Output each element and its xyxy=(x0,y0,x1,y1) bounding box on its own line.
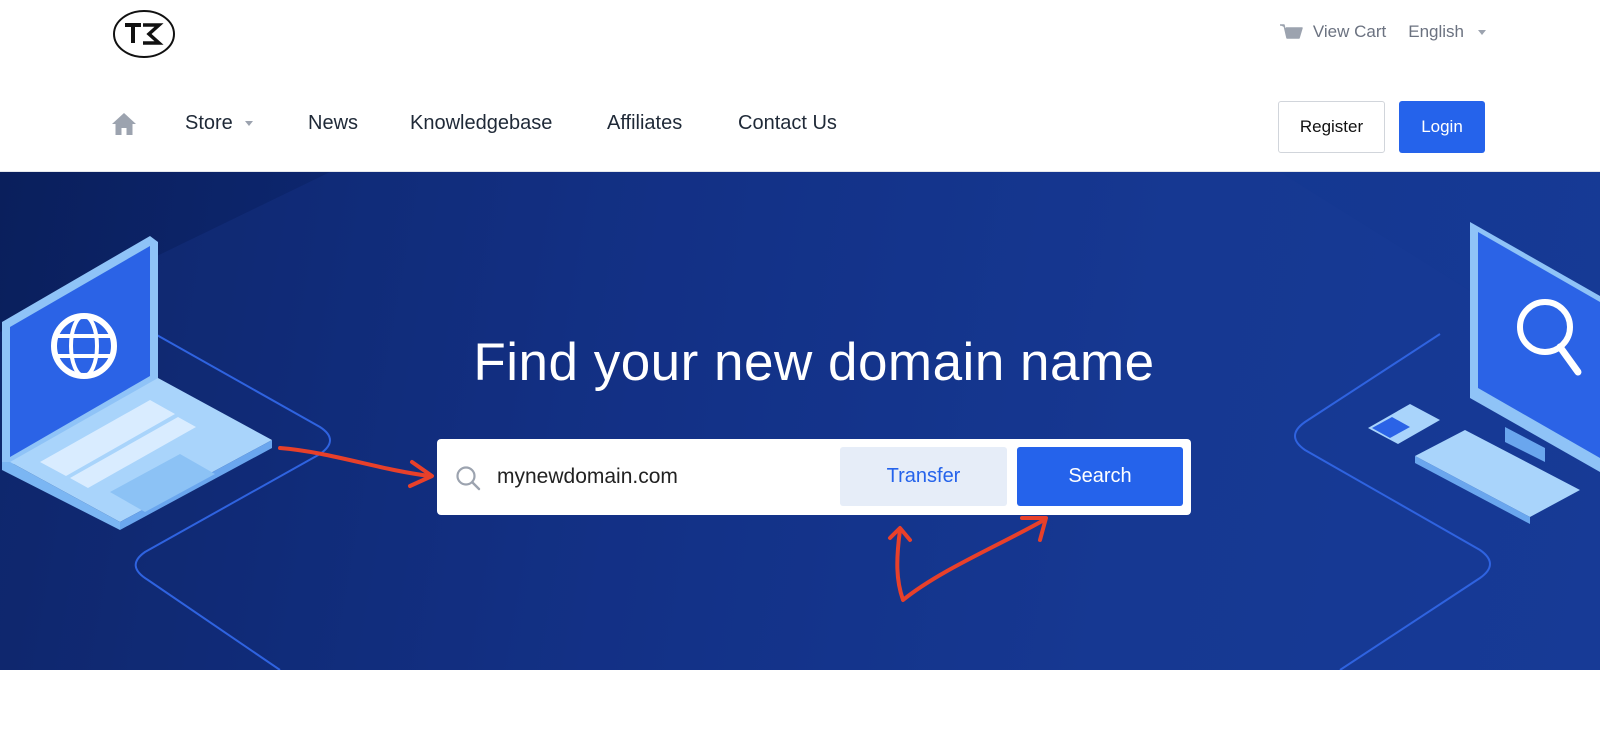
cart-icon xyxy=(1279,24,1303,39)
tk-logo-icon xyxy=(113,10,175,58)
nav-item-news[interactable]: News xyxy=(308,112,410,135)
view-cart-link[interactable]: View Cart xyxy=(1279,22,1386,42)
nav-item-label: Contact Us xyxy=(738,112,837,134)
language-selector[interactable]: English xyxy=(1408,22,1486,42)
language-label: English xyxy=(1408,22,1464,41)
nav-item-store[interactable]: Store xyxy=(185,112,308,135)
chevron-down-icon xyxy=(244,121,253,126)
logo[interactable] xyxy=(113,9,177,59)
login-button[interactable]: Login xyxy=(1399,101,1485,153)
auth-buttons: Register Login xyxy=(1278,101,1485,153)
nav-item-knowledgebase[interactable]: Knowledgebase xyxy=(410,112,607,135)
hero-title: Find your new domain name xyxy=(473,333,1155,392)
nav-item-affiliates[interactable]: Affiliates xyxy=(607,112,738,135)
home-icon xyxy=(112,113,136,135)
domain-search-box: Transfer Search xyxy=(437,439,1191,515)
nav-menu: Store News Knowledgebase Affiliates Cont… xyxy=(185,112,837,135)
hero-section: Find your new domain name Transfer Searc… xyxy=(0,172,1600,670)
home-link[interactable] xyxy=(111,112,137,136)
nav-item-label: Store xyxy=(185,112,233,134)
nav-item-label: News xyxy=(308,112,359,134)
nav-item-contact-us[interactable]: Contact Us xyxy=(738,112,837,135)
top-links: View Cart English xyxy=(1279,22,1486,42)
view-cart-label: View Cart xyxy=(1312,22,1387,41)
domain-search-input[interactable] xyxy=(497,453,837,501)
main-navbar: Store News Knowledgebase Affiliates Cont… xyxy=(0,70,1600,172)
chevron-down-icon xyxy=(1478,29,1486,35)
hero-decoration xyxy=(0,172,1600,670)
nav-item-label: Affiliates xyxy=(607,112,683,134)
nav-item-label: Knowledgebase xyxy=(410,112,553,134)
top-bar: View Cart English xyxy=(0,0,1600,70)
search-button[interactable]: Search xyxy=(1017,447,1183,506)
register-button[interactable]: Register xyxy=(1278,101,1385,153)
search-icon xyxy=(456,466,481,491)
transfer-button[interactable]: Transfer xyxy=(840,447,1007,506)
